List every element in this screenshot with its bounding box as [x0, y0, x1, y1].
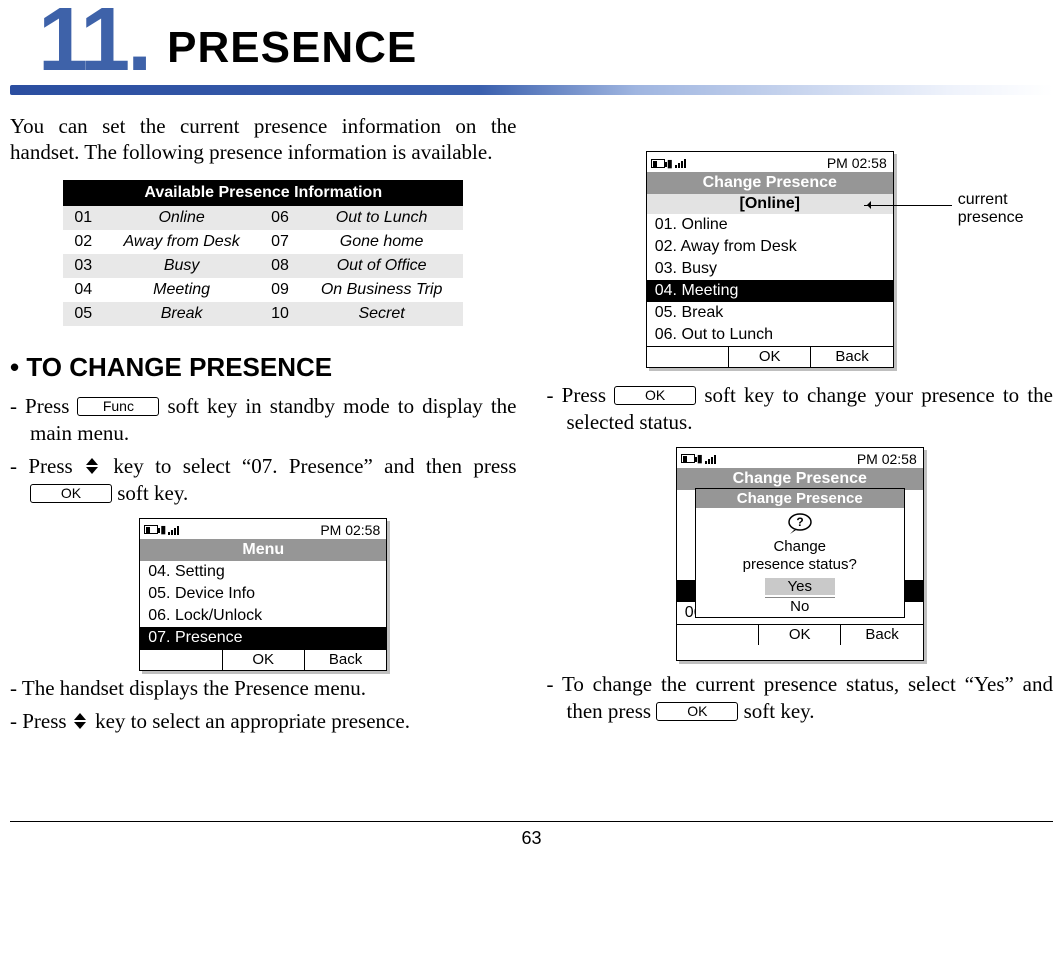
table-header: Available Presence Information — [63, 180, 463, 206]
status-icons: ▮ — [651, 157, 686, 170]
phone-screen-menu: ▮ PM 02:58 Menu 04. Setting 05. Device I… — [139, 518, 387, 671]
chapter-title: PRESENCE — [167, 23, 417, 73]
antenna-icon: ▮ — [667, 157, 673, 170]
signal-icon — [705, 454, 716, 464]
ok-softkey: OK — [30, 484, 112, 503]
dialog-message: Change presence status? — [696, 538, 904, 578]
softkey-row: OK Back — [677, 624, 923, 645]
screen-title: Change Presence — [677, 468, 923, 490]
ok-softkey: OK — [656, 702, 738, 721]
status-bar: ▮ PM 02:58 — [140, 519, 386, 539]
list-item: 01. Online — [647, 214, 893, 236]
list-item: 06. Lock/Unlock — [140, 605, 386, 627]
phone-screen-confirm: ▮ PM 02:58 Change Presence 06. Out to Lu… — [676, 447, 924, 661]
divider-gradient — [10, 85, 1053, 95]
ok-softkey: OK — [614, 386, 696, 405]
back-softkey: Back — [304, 650, 386, 670]
status-icons: ▮ — [681, 452, 716, 465]
dialog-no: No — [765, 597, 835, 615]
clock: PM 02:58 — [320, 522, 380, 538]
list-item-selected: 04. Meeting — [647, 280, 893, 302]
ok-softkey: OK — [758, 625, 840, 645]
ok-softkey: OK — [222, 650, 304, 670]
svg-text:?: ? — [796, 515, 803, 529]
section-title: TO CHANGE PRESENCE — [10, 352, 517, 383]
current-presence: [Online] — [647, 194, 893, 214]
page-number: 63 — [521, 828, 541, 848]
chapter-number: 11. — [38, 0, 149, 81]
confirm-dialog: Change Presence ? Change presence status… — [695, 488, 905, 618]
status-icons: ▮ — [144, 523, 179, 536]
list-item: 02. Away from Desk — [647, 236, 893, 258]
updown-icon — [84, 458, 102, 474]
screen-title: Change Presence — [647, 172, 893, 194]
list-item: 05. Device Info — [140, 583, 386, 605]
softkey-row: OK Back — [647, 346, 893, 367]
annotation-arrow — [864, 205, 952, 206]
chapter-heading: 11. PRESENCE — [10, 0, 1053, 81]
table-row: 03 Busy 08 Out of Office — [63, 254, 463, 278]
battery-icon — [144, 525, 158, 534]
signal-icon — [168, 525, 179, 535]
list-item-selected: 07. Presence — [140, 627, 386, 649]
step: Press key to select an appropriate prese… — [10, 708, 517, 735]
dialog-title: Change Presence — [696, 489, 904, 508]
battery-icon — [651, 159, 665, 168]
intro-paragraph: You can set the current presence informa… — [10, 113, 517, 166]
dialog-yes: Yes — [765, 578, 835, 595]
annotation-label: current presence — [958, 191, 1053, 226]
signal-icon — [675, 158, 686, 168]
back-softkey: Back — [810, 347, 892, 367]
updown-icon — [72, 713, 90, 729]
back-softkey: Back — [840, 625, 922, 645]
battery-icon — [681, 454, 695, 463]
list-item: 03. Busy — [647, 258, 893, 280]
step: Press key to select “07. Presence” and t… — [10, 453, 517, 508]
phone-screen-change-presence: ▮ PM 02:58 Change Presence [Online] 01. … — [646, 151, 894, 368]
step: Press OK soft key to change your presenc… — [547, 382, 1054, 437]
status-bar: ▮ PM 02:58 — [677, 448, 923, 468]
antenna-icon: ▮ — [160, 523, 166, 536]
step: Press Func soft key in standby mode to d… — [10, 393, 517, 448]
list-item: 04. Setting — [140, 561, 386, 583]
table-row: 02 Away from Desk 07 Gone home — [63, 230, 463, 254]
ok-softkey: OK — [728, 347, 810, 367]
clock: PM 02:58 — [827, 155, 887, 171]
clock: PM 02:58 — [857, 451, 917, 467]
table-row: 05 Break 10 Secret — [63, 302, 463, 326]
softkey-row: OK Back — [140, 649, 386, 670]
step: The handset displays the Presence menu. — [10, 675, 517, 702]
list-item: 05. Break — [647, 302, 893, 324]
table-row: 04 Meeting 09 On Business Trip — [63, 278, 463, 302]
antenna-icon: ▮ — [697, 452, 703, 465]
screen-title: Menu — [140, 539, 386, 561]
presence-info-table: Available Presence Information 01 Online… — [63, 180, 463, 326]
status-bar: ▮ PM 02:58 — [647, 152, 893, 172]
func-softkey: Func — [77, 397, 159, 416]
question-icon: ? — [696, 512, 904, 538]
table-row: 01 Online 06 Out to Lunch — [63, 206, 463, 230]
page-footer: 63 — [10, 821, 1053, 849]
list-item: 06. Out to Lunch — [647, 324, 893, 346]
step: To change the current presence status, s… — [547, 671, 1054, 726]
